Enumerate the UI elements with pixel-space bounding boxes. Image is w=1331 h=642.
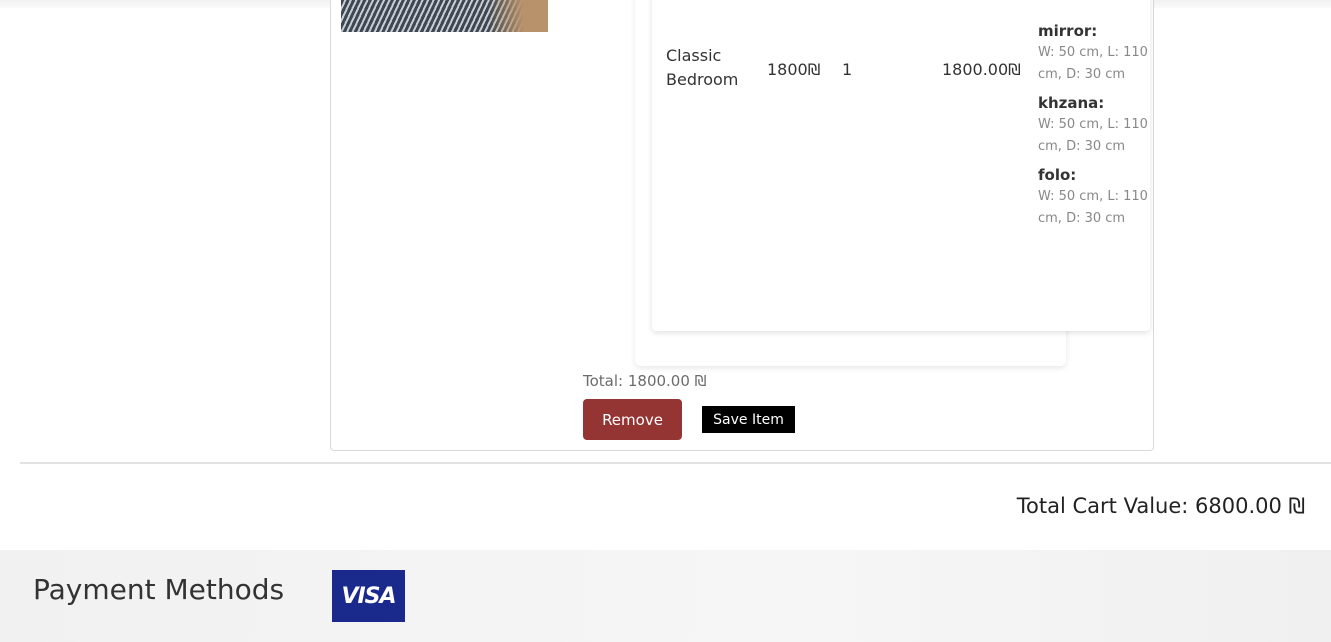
payment-methods-title: Payment Methods [33, 573, 285, 606]
dimension-label: folo: [1038, 166, 1077, 184]
cart-page: Classic Bedroom 1800₪ 1 1800.00₪ mirror:… [0, 0, 1331, 642]
item-total: Total: 1800.00 ₪ [583, 372, 707, 390]
save-item-button[interactable]: Save Item [702, 406, 795, 433]
dimension-item: khzana: W: 50 cm, L: 110 cm, D: 30 cm [1038, 92, 1148, 158]
cart-total-value: Total Cart Value: 6800.00 ₪ [1016, 494, 1305, 518]
item-subtotal: 1800.00₪ [942, 60, 1021, 79]
item-price: 1800₪ [767, 60, 821, 79]
dimension-item: folo: W: 50 cm, L: 110 cm, D: 30 cm [1038, 164, 1148, 230]
dimension-label: khzana: [1038, 94, 1105, 112]
dimension-value: W: 50 cm, L: 110 cm, D: 30 cm [1038, 117, 1148, 154]
visa-icon[interactable]: VISA [332, 570, 405, 622]
dimension-item: mirror: W: 50 cm, L: 110 cm, D: 30 cm [1038, 20, 1148, 86]
product-image [341, 0, 548, 32]
item-name: Classic Bedroom [666, 46, 739, 89]
item-quantity: 1 [842, 60, 853, 79]
dimensions-list: mirror: W: 50 cm, L: 110 cm, D: 30 cm kh… [1038, 20, 1148, 236]
remove-button[interactable]: Remove [583, 399, 682, 440]
dimension-value: W: 50 cm, L: 110 cm, D: 30 cm [1038, 189, 1148, 226]
dimension-label: mirror: [1038, 22, 1098, 40]
dimension-value: W: 50 cm, L: 110 cm, D: 30 cm [1038, 45, 1148, 82]
divider [20, 462, 1331, 464]
